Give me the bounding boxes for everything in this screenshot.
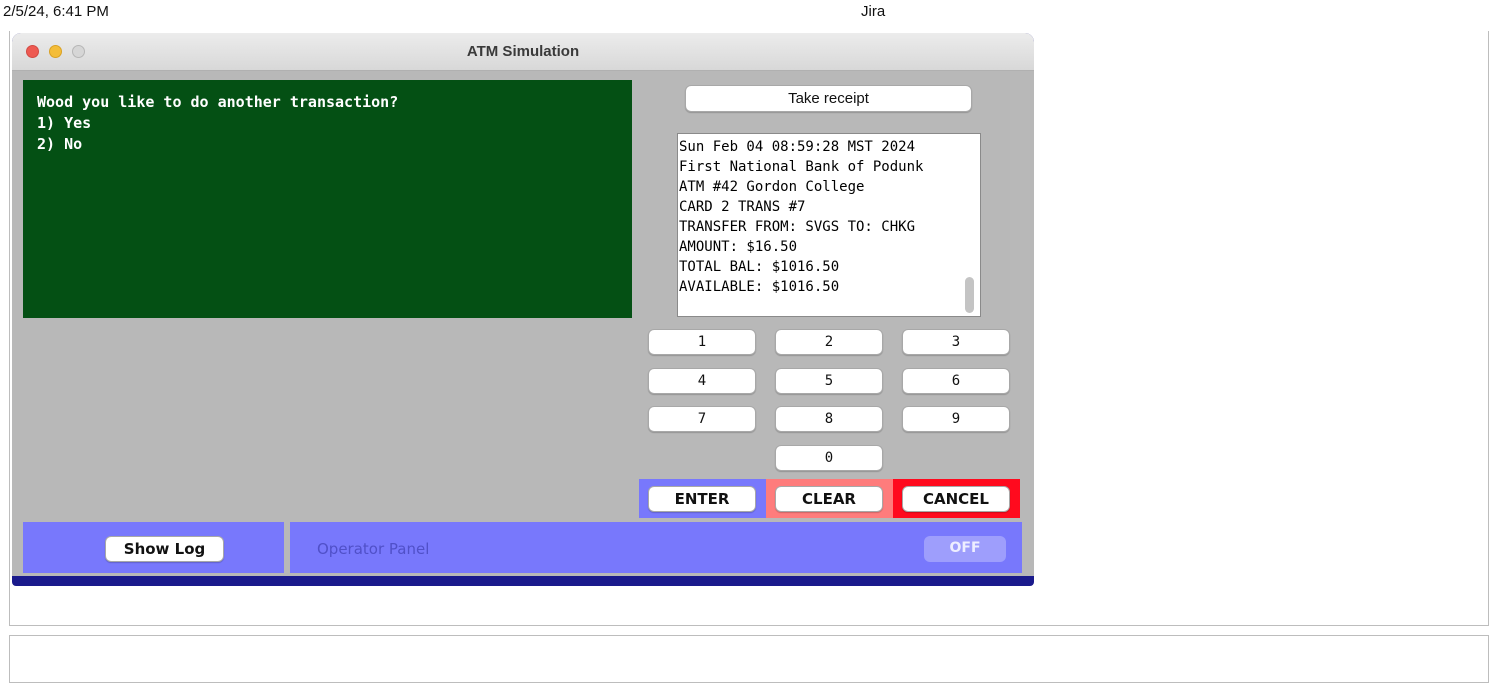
receipt-line: Sun Feb 04 08:59:28 MST 2024 bbox=[679, 139, 916, 155]
key-9[interactable]: 9 bbox=[902, 406, 1010, 432]
receipt-line: TRANSFER FROM: SVGS TO: CHKG bbox=[679, 219, 916, 235]
key-2[interactable]: 2 bbox=[775, 329, 883, 355]
operator-switch-button[interactable]: OFF bbox=[924, 536, 1006, 562]
key-0[interactable]: 0 bbox=[775, 445, 883, 471]
operator-panel-label: Operator Panel bbox=[317, 540, 430, 558]
key-5[interactable]: 5 bbox=[775, 368, 883, 394]
receipt-line: TOTAL BAL: $1016.50 bbox=[679, 259, 840, 275]
print-timestamp: 2/5/24, 6:41 PM bbox=[3, 3, 109, 20]
page-frame-lower bbox=[9, 635, 1489, 683]
atm-body: Wood you like to do another transaction?… bbox=[12, 71, 1034, 519]
bottom-bar: Show Log Operator Panel OFF bbox=[12, 519, 1034, 576]
cancel-button[interactable]: CANCEL bbox=[902, 486, 1010, 512]
show-log-button[interactable]: Show Log bbox=[105, 536, 224, 562]
window-title: ATM Simulation bbox=[466, 43, 580, 60]
receipt-line: First National Bank of Podunk bbox=[679, 159, 924, 175]
print-page-title: Jira bbox=[861, 3, 886, 20]
title-bar[interactable]: ATM Simulation bbox=[12, 33, 1034, 71]
key-6[interactable]: 6 bbox=[902, 368, 1010, 394]
key-7[interactable]: 7 bbox=[648, 406, 756, 432]
receipt-text-area[interactable]: Sun Feb 04 08:59:28 MST 2024 First Natio… bbox=[677, 133, 981, 317]
display-line: 2) No bbox=[37, 135, 83, 153]
operator-panel: Operator Panel OFF bbox=[290, 522, 1022, 573]
display-line: 1) Yes bbox=[37, 114, 92, 132]
key-1[interactable]: 1 bbox=[648, 329, 756, 355]
receipt-line: AMOUNT: $16.50 bbox=[679, 239, 798, 255]
log-panel: Show Log bbox=[23, 522, 284, 573]
atm-display: Wood you like to do another transaction?… bbox=[23, 80, 632, 318]
key-3[interactable]: 3 bbox=[902, 329, 1010, 355]
clear-button[interactable]: CLEAR bbox=[775, 486, 883, 512]
enter-button[interactable]: ENTER bbox=[648, 486, 756, 512]
key-8[interactable]: 8 bbox=[775, 406, 883, 432]
display-line: Wood you like to do another transaction? bbox=[37, 93, 399, 111]
key-4[interactable]: 4 bbox=[648, 368, 756, 394]
receipt-line: CARD 2 TRANS #7 bbox=[679, 199, 806, 215]
receipt-scrollbar[interactable] bbox=[965, 277, 974, 313]
receipt-line: ATM #42 Gordon College bbox=[679, 179, 865, 195]
take-receipt-button[interactable]: Take receipt bbox=[685, 85, 972, 112]
receipt-line: AVAILABLE: $1016.50 bbox=[679, 279, 840, 295]
atm-window: ATM Simulation Wood you like to do anoth… bbox=[12, 33, 1034, 586]
